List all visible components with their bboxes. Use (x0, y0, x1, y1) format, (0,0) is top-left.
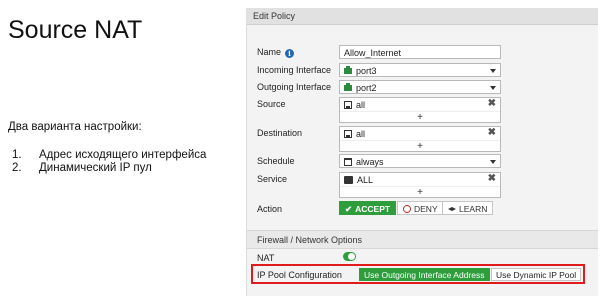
outgoing-interface-value: port2 (356, 83, 377, 93)
slide-title: Source NAT (8, 16, 143, 44)
chevron-down-icon (490, 69, 496, 73)
port-icon (344, 83, 352, 91)
name-label-text: Name (257, 47, 282, 57)
outgoing-interface-select[interactable]: port2 (339, 80, 501, 94)
port-icon (344, 66, 352, 74)
remove-icon[interactable]: ✖ (488, 173, 496, 184)
list-number: 2. (12, 162, 22, 174)
learn-button-label: LEARN (459, 204, 488, 214)
firewall-options-section: Firewall / Network Options (247, 230, 598, 249)
service-field[interactable]: ALL ✖ + (339, 172, 501, 198)
deny-icon (403, 205, 411, 213)
action-label: Action (257, 204, 283, 214)
remove-icon[interactable]: ✖ (488, 127, 496, 138)
service-value: ALL (357, 175, 374, 185)
list-text: Динамический IP пул (39, 162, 152, 174)
slide-subtitle: Два варианта настройки: (8, 121, 142, 133)
schedule-select[interactable]: always (339, 154, 501, 168)
add-destination-button[interactable]: + (340, 141, 500, 152)
deny-button[interactable]: DENY (397, 201, 444, 215)
source-value: all (356, 100, 366, 110)
name-label: Name i (257, 47, 295, 58)
learn-button[interactable]: LEARN (442, 201, 494, 215)
list-number: 1. (12, 149, 22, 161)
ip-pool-highlight: IP Pool Configuration Use Outgoing Inter… (251, 264, 585, 284)
destination-value: all (356, 129, 366, 139)
nat-label: NAT (257, 253, 275, 263)
edit-policy-panel: Edit Policy Name i Allow_Internet Incomin… (246, 8, 598, 296)
schedule-value: always (356, 157, 384, 167)
panel-title: Edit Policy (253, 11, 296, 21)
add-source-button[interactable]: + (340, 112, 500, 123)
remove-icon[interactable]: ✖ (488, 98, 496, 109)
address-icon (344, 101, 352, 109)
destination-field[interactable]: all ✖ + (339, 126, 501, 152)
chevron-down-icon (490, 160, 496, 164)
panel-header: Edit Policy (247, 8, 598, 25)
outgoing-interface-label: Outgoing Interface (257, 82, 332, 92)
accept-button[interactable]: ✔ ACCEPT (339, 201, 397, 215)
destination-label: Destination (257, 128, 303, 138)
deny-button-label: DENY (414, 204, 438, 214)
nat-toggle[interactable] (343, 252, 356, 261)
schedule-label: Schedule (257, 156, 295, 166)
info-icon[interactable]: i (285, 49, 295, 58)
name-input-value: Allow_Internet (344, 48, 402, 58)
service-icon (344, 176, 353, 184)
incoming-interface-value: port3 (356, 66, 377, 76)
calendar-icon (344, 158, 352, 166)
slide-list-item: 2. Динамический IP пул (12, 162, 206, 175)
incoming-interface-select[interactable]: port3 (339, 63, 501, 77)
chevron-down-icon (490, 86, 496, 90)
address-icon (344, 130, 352, 138)
use-dynamic-ip-pool-button[interactable]: Use Dynamic IP Pool (491, 268, 582, 281)
source-field[interactable]: all ✖ + (339, 97, 501, 123)
name-input[interactable]: Allow_Internet (339, 45, 501, 59)
add-service-button[interactable]: + (340, 187, 500, 198)
ip-pool-label: IP Pool Configuration (257, 270, 342, 280)
slide-list-item: 1. Адрес исходящего интерфейса (12, 149, 206, 162)
list-text: Адрес исходящего интерфейса (39, 149, 207, 161)
section-title: Firewall / Network Options (257, 235, 363, 245)
slide-list: 1. Адрес исходящего интерфейса 2. Динамиче… (12, 149, 206, 175)
learn-icon (448, 207, 456, 211)
source-label: Source (257, 99, 286, 109)
service-label: Service (257, 174, 288, 184)
incoming-interface-label: Incoming Interface (257, 65, 332, 75)
check-icon: ✔ (345, 204, 353, 214)
accept-button-label: ACCEPT (355, 204, 391, 214)
use-outgoing-interface-button[interactable]: Use Outgoing Interface Address (359, 268, 490, 281)
